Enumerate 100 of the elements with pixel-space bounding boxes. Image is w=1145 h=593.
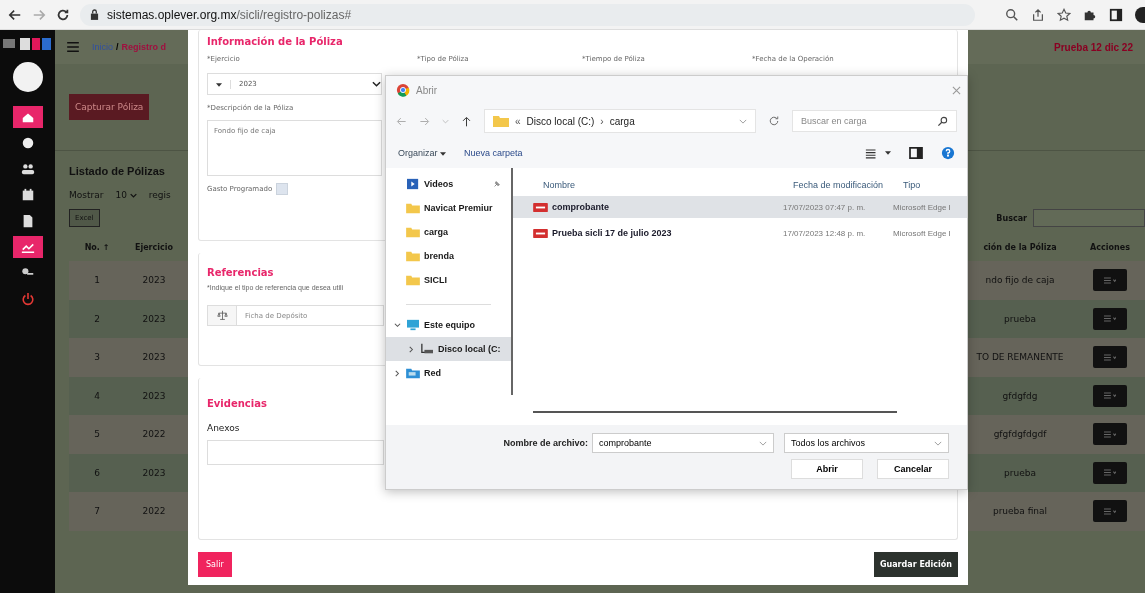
nav-item[interactable]: brenda: [386, 244, 511, 268]
menu-icon[interactable]: [67, 42, 79, 52]
back-icon[interactable]: [8, 7, 22, 22]
caret-icon[interactable]: [885, 151, 891, 155]
up-arrow-icon[interactable]: [461, 115, 472, 127]
sidebar-item[interactable]: [12, 106, 43, 128]
table-cell-text: 2023: [141, 313, 167, 324]
file-row[interactable]: Prueba sicli 17 de julio 2023 17/07/2023 12:48 p. m. Microsoft Edge I: [513, 222, 967, 244]
filename-field[interactable]: comprobante: [592, 433, 774, 453]
new-folder-button[interactable]: Nueva carpeta: [464, 148, 523, 158]
nav-item[interactable]: Este equipo: [386, 313, 511, 337]
balance-scale-icon: [216, 310, 228, 322]
pdf-file-icon: [533, 227, 548, 239]
show-label: Mostrar: [69, 190, 104, 200]
table-cell-text: prueba: [1003, 313, 1037, 324]
avatar-circle[interactable]: [12, 62, 43, 92]
file-type-select[interactable]: Todos los archivos: [784, 433, 949, 453]
open-button[interactable]: Abrir: [791, 459, 863, 479]
organize-menu[interactable]: Organizar: [398, 148, 447, 158]
nav-item[interactable]: carga: [386, 220, 511, 244]
table-cell-text: 2023: [141, 275, 167, 286]
preview-pane-icon[interactable]: [909, 147, 923, 159]
actions-menu-button[interactable]: [1093, 307, 1127, 330]
calendar-icon: [20, 188, 35, 202]
chevron-down-icon[interactable]: [394, 321, 401, 329]
lock-icon: [90, 9, 99, 20]
nav-item[interactable]: SICLI: [386, 268, 511, 292]
network-icon: [406, 367, 420, 379]
table-cell-text: 2022: [141, 429, 167, 440]
menu-icon: [1104, 315, 1116, 323]
users-icon: [20, 162, 35, 176]
search-label: Buscar: [996, 213, 1027, 223]
actions-menu-button[interactable]: [1093, 423, 1127, 446]
menu-icon: [1104, 430, 1116, 438]
menu-icon: [1104, 353, 1116, 361]
refresh-icon[interactable]: [768, 115, 780, 127]
save-button[interactable]: Guardar Edición: [873, 552, 958, 577]
folder-icon: [406, 274, 420, 286]
table-cell-text: 2: [93, 313, 101, 324]
caret-icon: [216, 82, 222, 87]
address-bar[interactable]: sistemas.oplever.org.mx/sicli/registro-polizas#: [80, 3, 975, 26]
view-list-icon[interactable]: [865, 147, 879, 159]
chevron-right-icon[interactable]: [394, 369, 401, 377]
nav-item[interactable]: Videos: [386, 172, 511, 196]
section-title: Referencias: [207, 267, 275, 279]
profile-avatar[interactable]: [1135, 6, 1145, 23]
menu-icon: [1104, 392, 1116, 400]
browser-logo-icon: [396, 83, 410, 97]
actions-menu-button[interactable]: [1093, 346, 1127, 369]
column-header[interactable]: Fecha de modificación: [793, 180, 903, 190]
chevron-down-icon: [129, 193, 137, 198]
table-cell-text: 2023: [141, 352, 167, 363]
chevron-right-icon[interactable]: [408, 345, 415, 353]
actions-menu-button[interactable]: [1093, 500, 1127, 523]
nav-item[interactable]: Red: [386, 361, 511, 385]
side-panel-icon[interactable]: [1109, 7, 1123, 22]
actions-menu-button[interactable]: [1093, 461, 1127, 484]
caret-icon: [440, 152, 447, 156]
column-header[interactable]: Nombre: [543, 180, 793, 190]
share-icon[interactable]: [1031, 7, 1045, 22]
chevron-down-icon: [739, 118, 747, 124]
cancel-button[interactable]: Cancelar: [877, 459, 949, 479]
menu-icon: [1104, 276, 1116, 284]
table-cell-text: 7: [93, 506, 101, 517]
zoom-icon[interactable]: [1005, 7, 1019, 22]
scrollbar[interactable]: [533, 411, 897, 413]
search-field[interactable]: Buscar en carga: [792, 110, 957, 132]
star-icon[interactable]: [1057, 7, 1071, 22]
nav-item[interactable]: Navicat Premiur: [386, 196, 511, 220]
breadcrumb-current: Registro d: [121, 42, 167, 52]
reload-icon[interactable]: [56, 7, 70, 22]
help-icon[interactable]: [941, 146, 955, 160]
file-row[interactable]: comprobante 17/07/2023 07:47 p. m. Microsoft Edge I: [513, 196, 967, 218]
menu-icon: [1104, 469, 1116, 477]
sidebar-item[interactable]: [12, 236, 43, 258]
pin-icon[interactable]: [493, 180, 501, 188]
table-cell-text: 2023: [141, 390, 167, 401]
field-label: Anexos: [207, 422, 241, 433]
nav-item[interactable]: Disco local (C:: [386, 337, 511, 361]
actions-menu-button[interactable]: [1093, 269, 1127, 292]
search-field[interactable]: [1033, 209, 1145, 227]
dialog-title: Abrir: [416, 84, 438, 96]
power-icon: [20, 292, 35, 306]
attachments-field[interactable]: [207, 439, 384, 465]
actions-menu-button[interactable]: [1093, 384, 1127, 407]
section-title: Información de la Póliza: [207, 36, 344, 47]
table-cell-text: 2022: [141, 506, 167, 517]
checkbox[interactable]: [276, 183, 289, 195]
show-suffix: regis: [148, 190, 171, 200]
capture-policy-button[interactable]: Capturar Póliza: [69, 94, 150, 120]
column-header[interactable]: Tipo: [903, 180, 967, 190]
pdf-file-icon: [533, 201, 548, 213]
table-cell-text: TO DE REMANENTE: [975, 352, 1065, 363]
exit-button[interactable]: Salir: [198, 552, 232, 577]
drive-icon: [420, 343, 434, 355]
folder-icon: [406, 226, 420, 238]
filename-label: Nombre de archivo:: [503, 438, 588, 448]
chevron-down-icon: [759, 440, 767, 446]
address-bar[interactable]: « Disco local (C:) › carga: [484, 109, 756, 133]
table-cell-text: 5: [93, 429, 101, 440]
